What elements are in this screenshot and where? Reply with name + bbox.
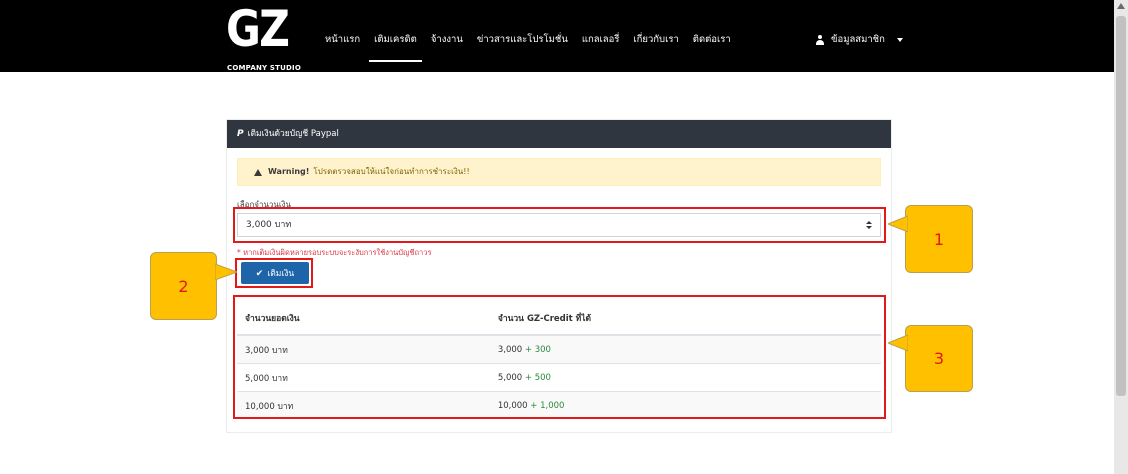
caret-down-icon (896, 38, 903, 42)
callout-1: 1 (905, 205, 973, 273)
gz-logo[interactable]: GZ COMPANY STUDIO (226, 0, 301, 72)
highlight-box-table (233, 295, 886, 419)
callout-2-tail (215, 263, 237, 281)
user-menu-label: ข้อมูลสมาชิก (831, 34, 885, 45)
user-icon (815, 35, 825, 45)
callout-3: 3 (905, 325, 973, 392)
callout-2-label: 2 (178, 276, 189, 296)
warning-strong: Warning! (268, 167, 310, 176)
logo-sub-text: COMPANY STUDIO (227, 64, 301, 72)
paypal-icon: P (237, 129, 244, 139)
warning-icon (254, 168, 262, 176)
menu-item-home[interactable]: หน้าแรก (318, 30, 367, 50)
callout-3-tail (888, 334, 908, 352)
main-menu: หน้าแรก เติมเครดิต จ้างงาน ข่าวสารและโปร… (318, 30, 738, 62)
callout-1-tail (888, 215, 908, 233)
callout-1-label: 1 (933, 229, 945, 249)
menu-item-hire[interactable]: จ้างงาน (424, 30, 470, 50)
highlight-box-button (235, 258, 313, 288)
menu-item-contact[interactable]: ติดต่อเรา (686, 30, 738, 50)
scrollbar-thumb[interactable] (1116, 16, 1126, 396)
panel-header: P เติมเงินด้วยบัญชี Paypal (227, 120, 891, 148)
scroll-up-icon[interactable] (1117, 3, 1125, 9)
menu-item-news[interactable]: ข่าวสารและโปรโมชั่น (470, 30, 575, 50)
menu-item-gallery[interactable]: แกลเลอรี่ (575, 30, 627, 50)
highlight-box-select (233, 207, 886, 243)
warning-alert: Warning! โปรดตรวจสอบให้แน่ใจก่อนทำการชำร… (237, 158, 881, 186)
menu-item-about[interactable]: เกี่ยวกับเรา (626, 30, 685, 50)
menu-item-topup[interactable]: เติมเครดิต (367, 30, 424, 62)
user-menu[interactable]: ข้อมูลสมาชิก (815, 30, 903, 50)
logo-main-text: GZ (226, 0, 290, 58)
callout-3-label: 3 (933, 349, 945, 368)
panel-title: เติมเงินด้วยบัญชี Paypal (247, 129, 339, 139)
callout-2: 2 (150, 252, 217, 320)
warning-text: โปรดตรวจสอบให้แน่ใจก่อนทำการชำระเงิน!! (313, 167, 470, 176)
top-navbar: GZ COMPANY STUDIO หน้าแรก เติมเครดิต จ้า… (0, 0, 1114, 72)
